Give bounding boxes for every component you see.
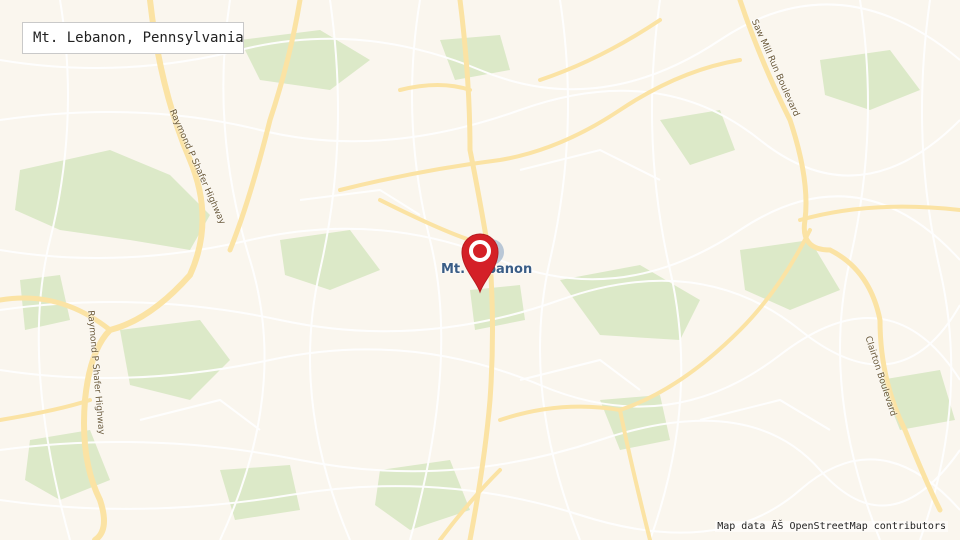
- map-attribution: Map data ĂŠ OpenStreetMap contributors: [715, 521, 948, 532]
- search-input[interactable]: Mt. Lebanon, Pennsylvania: [22, 22, 244, 54]
- map-pin-icon[interactable]: [458, 228, 502, 294]
- map-view[interactable]: Mt. Lebanon, Pennsylvania Mt. Lebanon Ra…: [0, 0, 960, 540]
